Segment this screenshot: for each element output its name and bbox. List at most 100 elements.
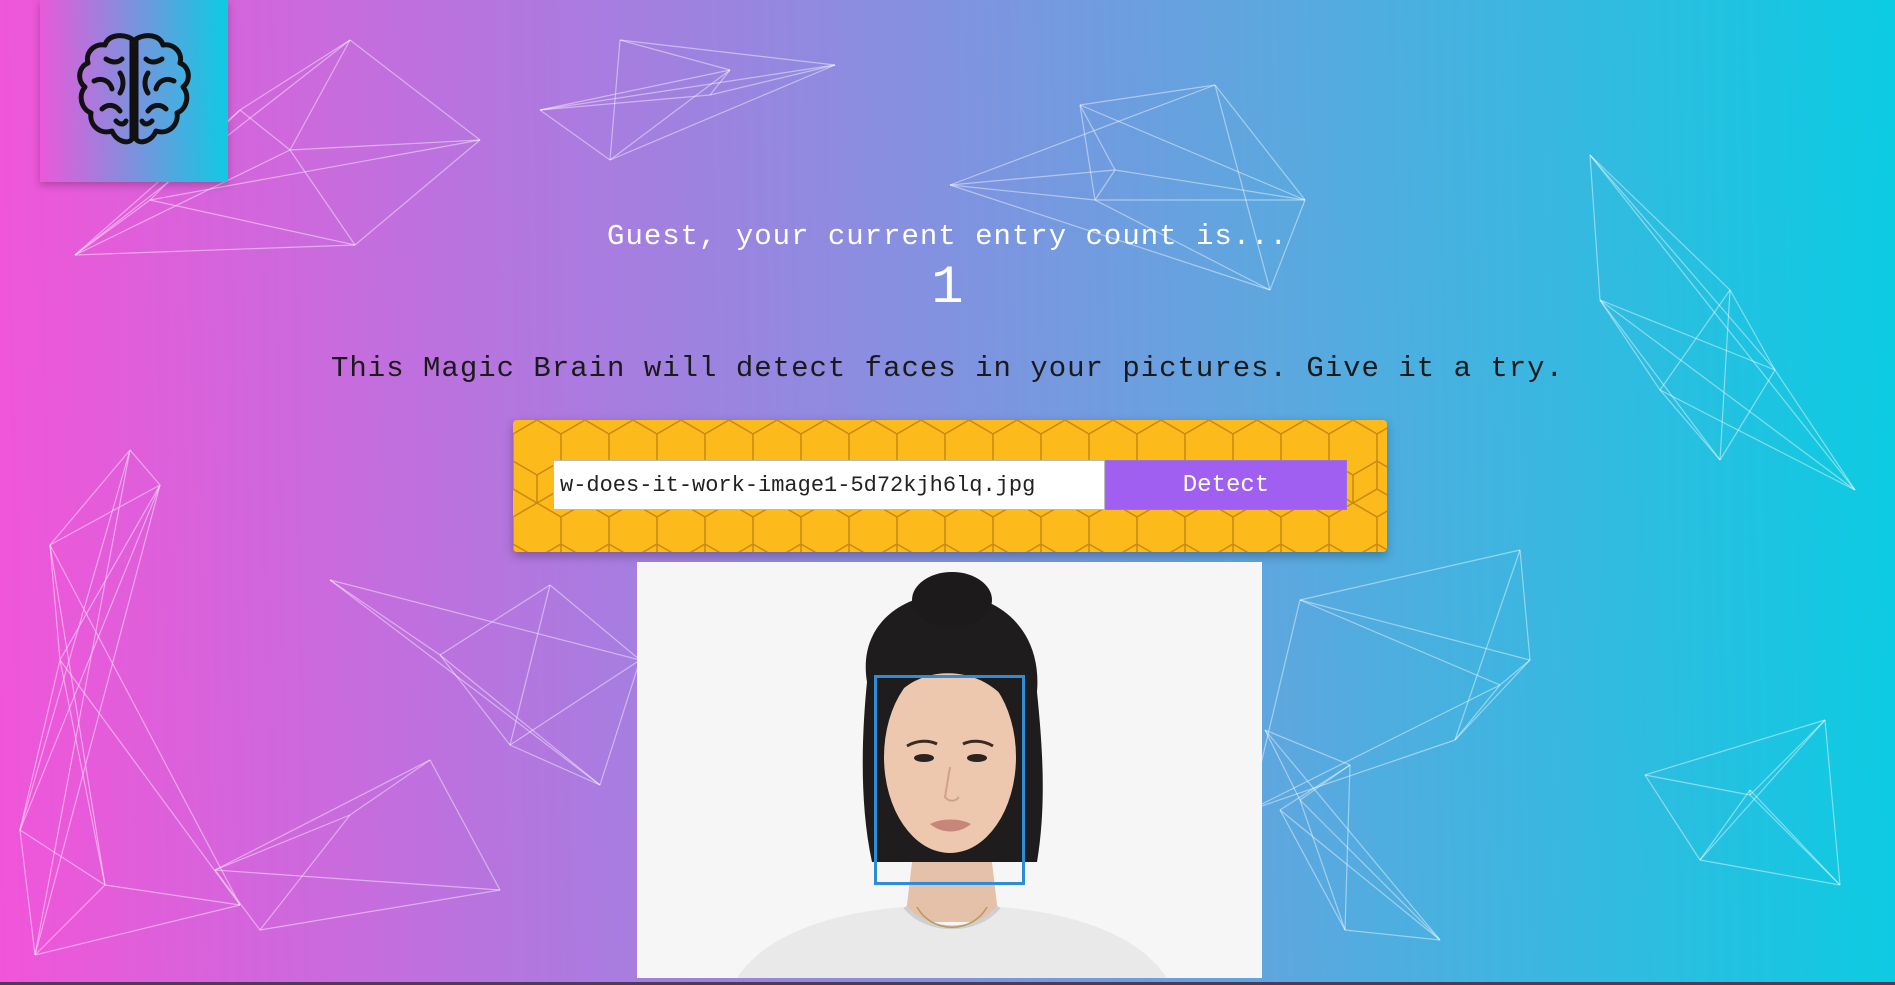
network-line bbox=[709, 69, 731, 96]
network-line bbox=[1659, 389, 1721, 461]
network-line bbox=[1344, 764, 1351, 931]
network-line bbox=[619, 39, 731, 71]
network-line bbox=[539, 109, 611, 161]
network-line bbox=[509, 659, 641, 746]
network-line bbox=[1079, 104, 1116, 171]
network-line bbox=[1344, 929, 1441, 941]
network-line bbox=[539, 64, 836, 111]
network-line bbox=[1264, 729, 1441, 941]
network-line bbox=[1079, 104, 1096, 201]
network-line bbox=[259, 814, 351, 931]
network-line bbox=[1299, 599, 1531, 661]
network-line bbox=[509, 744, 601, 786]
network-line bbox=[619, 39, 836, 66]
network-line bbox=[439, 654, 511, 746]
network-line bbox=[59, 659, 106, 886]
image-url-input[interactable] bbox=[553, 460, 1105, 510]
network-line bbox=[439, 654, 601, 786]
network-line bbox=[349, 759, 431, 816]
network-line bbox=[214, 869, 261, 931]
network-line bbox=[49, 544, 61, 661]
network-line bbox=[609, 64, 836, 161]
network-line bbox=[34, 484, 161, 956]
network-line bbox=[949, 184, 1096, 201]
network-line bbox=[104, 884, 241, 906]
network-line bbox=[1299, 549, 1521, 601]
network-line bbox=[19, 829, 36, 956]
network-line bbox=[49, 484, 161, 546]
network-line bbox=[1299, 799, 1346, 931]
network-line bbox=[1644, 719, 1826, 776]
uploaded-photo bbox=[637, 562, 1262, 978]
network-line bbox=[1299, 599, 1501, 686]
network-line bbox=[329, 579, 441, 656]
network-line bbox=[1774, 369, 1856, 491]
network-line bbox=[34, 449, 131, 956]
network-line bbox=[289, 139, 481, 151]
network-line bbox=[1454, 659, 1531, 741]
network-line bbox=[1644, 774, 1701, 861]
network-line bbox=[34, 884, 106, 956]
network-line bbox=[949, 169, 1116, 186]
network-line bbox=[329, 579, 641, 661]
network-line bbox=[1699, 719, 1826, 861]
network-line bbox=[1299, 764, 1351, 801]
network-line bbox=[1279, 764, 1351, 811]
network-line bbox=[1749, 719, 1826, 796]
network-line bbox=[59, 484, 161, 661]
network-line bbox=[1279, 809, 1441, 941]
brain-icon bbox=[77, 33, 191, 145]
network-line bbox=[349, 39, 481, 141]
network-line bbox=[49, 544, 241, 906]
network-line bbox=[949, 84, 1216, 186]
network-line bbox=[1299, 799, 1441, 941]
network-line bbox=[1079, 84, 1216, 106]
network-line bbox=[214, 814, 351, 871]
detect-button[interactable]: Detect bbox=[1105, 460, 1347, 510]
network-line bbox=[19, 484, 161, 831]
network-line bbox=[599, 659, 641, 786]
network-line bbox=[549, 584, 641, 661]
tagline: This Magic Brain will detect faces in yo… bbox=[331, 352, 1564, 385]
network-line bbox=[1824, 719, 1841, 886]
image-link-form: Detect bbox=[513, 420, 1387, 552]
network-line bbox=[1699, 859, 1841, 886]
network-line bbox=[1659, 389, 1856, 491]
network-line bbox=[439, 584, 551, 656]
face-bounding-box bbox=[874, 675, 1025, 885]
network-line bbox=[1079, 104, 1306, 201]
network-line bbox=[609, 39, 621, 161]
network-line bbox=[509, 584, 551, 746]
network-line bbox=[34, 904, 241, 956]
network-line bbox=[1114, 169, 1306, 201]
network-line bbox=[1249, 739, 1456, 811]
network-line bbox=[1644, 774, 1751, 796]
network-line bbox=[1599, 299, 1856, 491]
network-line bbox=[329, 579, 601, 786]
network-line bbox=[1749, 789, 1841, 886]
network-line bbox=[289, 39, 351, 151]
network-line bbox=[1094, 169, 1116, 201]
network-line bbox=[1519, 549, 1531, 661]
network-line bbox=[539, 69, 731, 111]
entry-count-value: 1 bbox=[931, 258, 964, 319]
network-line bbox=[1499, 659, 1531, 686]
network-line bbox=[59, 659, 241, 906]
network-line bbox=[259, 889, 501, 931]
network-line bbox=[19, 449, 131, 831]
network-line bbox=[129, 449, 161, 486]
entry-count-text: Guest, your current entry count is... bbox=[607, 220, 1288, 253]
network-line bbox=[49, 449, 131, 546]
network-line bbox=[1589, 154, 1856, 491]
network-line bbox=[214, 759, 431, 871]
network-line bbox=[239, 109, 291, 151]
network-line bbox=[709, 64, 836, 96]
network-line bbox=[1249, 684, 1501, 811]
network-line bbox=[1454, 684, 1501, 741]
network-line bbox=[19, 659, 61, 831]
network-line bbox=[1214, 84, 1306, 201]
network-line bbox=[19, 829, 106, 886]
network-line bbox=[1699, 789, 1751, 861]
network-line bbox=[1279, 809, 1346, 931]
network-line bbox=[214, 869, 501, 891]
